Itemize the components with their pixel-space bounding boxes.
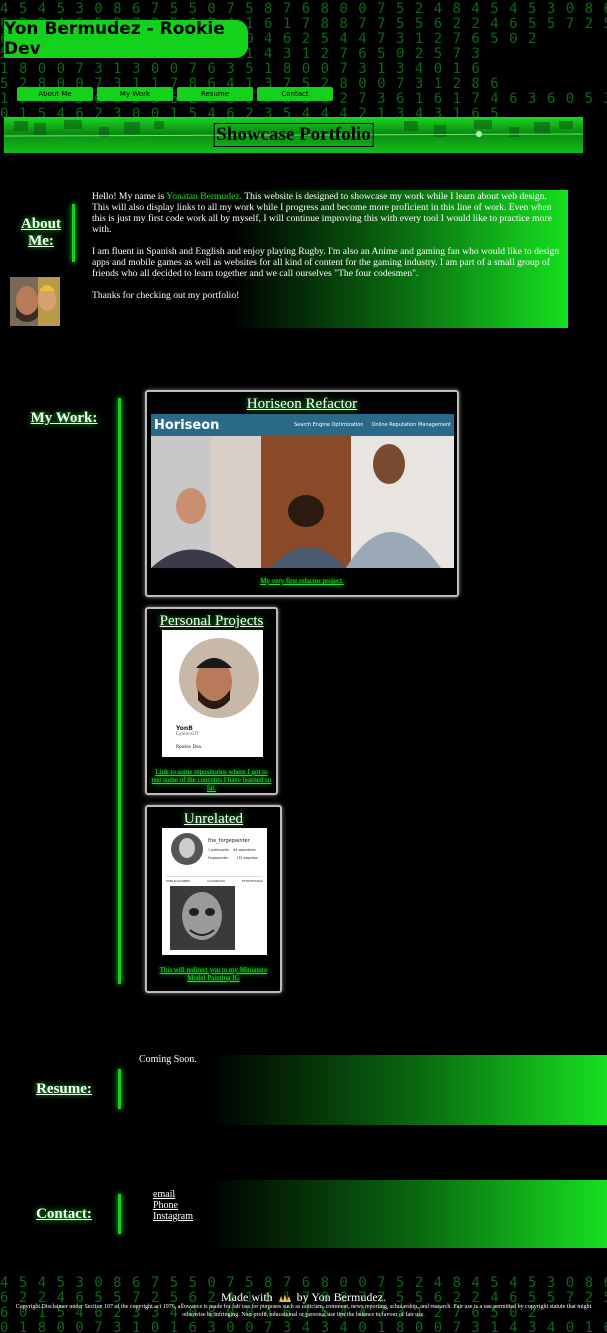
project-card-horiseon: Horiseon Refactor Horiseon Search Engine… — [145, 390, 459, 597]
project-title-unrelated[interactable]: Unrelated — [147, 811, 280, 828]
matrix-top-row: 4 5 4 5 3 0 8 6 7 5 5 0 7 5 8 7 6 8 0 0 … — [0, 2, 607, 17]
project-title-personal[interactable]: Personal Projects — [147, 613, 276, 630]
footer-made-before: Made with — [221, 1290, 273, 1304]
work-divider — [118, 398, 121, 984]
horiseon-nav-1: Search Engine Optimization — [294, 422, 364, 428]
instagram-tab-posts: PUBLICACIONES — [166, 879, 191, 883]
avatar — [10, 277, 60, 326]
project-card-unrelated: Unrelated the_forgepainter 1 publicación… — [145, 805, 282, 993]
hands-emoji-icon — [278, 1294, 291, 1303]
resume-heading: Resume: — [36, 1081, 92, 1097]
intro-before: Hello! My name is — [92, 191, 167, 202]
github-name: YonB — [176, 725, 193, 732]
banner-heading: Showcase Portfolio — [213, 123, 374, 147]
about-paragraph-3: Thanks for checking out my portfolio! — [92, 290, 240, 301]
instagram-post-image — [170, 886, 235, 950]
project-title-horiseon[interactable]: Horiseon Refactor — [147, 396, 457, 413]
instagram-stats: 1 publicación 64 seguidores — [208, 848, 256, 852]
main-nav: About Me My Work Resume Contact — [17, 87, 333, 101]
contact-instagram-link[interactable]: Instagram — [153, 1211, 193, 1222]
horiseon-hero-image — [151, 436, 454, 568]
contact-phone-link[interactable]: Phone — [153, 1200, 193, 1211]
horiseon-brand: Horiseon — [154, 417, 220, 433]
matrix-bottom-row: 0 1 8 0 0 7 3 1 0 1 6 3 0 0 7 3 4 3 4 0 … — [0, 1320, 607, 1333]
about-paragraph-2: I am fluent in Spanish and English and e… — [92, 246, 560, 279]
instagram-label: Forgepainter — [208, 856, 229, 860]
instagram-tab-tagged: ETIQUETADAS — [242, 879, 263, 883]
horiseon-nav-2: Online Reputation Management — [371, 422, 451, 428]
about-text: Hello! My name is Yonatan Bermudez. This… — [88, 190, 568, 328]
about-heading: About Me: — [20, 216, 61, 249]
contact-heading: Contact: — [36, 1206, 92, 1222]
contact-divider — [118, 1194, 121, 1234]
project-link-personal[interactable]: Link to some repositories where I got to… — [150, 768, 273, 792]
project-link-unrelated[interactable]: This will redirect you to my Miniature M… — [150, 966, 277, 982]
github-avatar — [179, 638, 259, 718]
nav-resume[interactable]: Resume — [177, 87, 253, 101]
nav-contact[interactable]: Contact — [257, 87, 333, 101]
about-divider — [72, 204, 75, 262]
footer-copyright-disclaimer: Copyright Disclaimer under Section 107 o… — [15, 1304, 592, 1318]
nav-my-work[interactable]: My Work — [97, 87, 173, 101]
footer-made-after: by Yon Bermudez. — [296, 1290, 386, 1304]
nav-about-me[interactable]: About Me — [17, 87, 93, 101]
resume-panel — [138, 1055, 607, 1125]
work-heading: My Work: — [30, 410, 98, 426]
instagram-stat-following: 132 seguidos — [236, 856, 258, 860]
instagram-tab-saved: GUARDADO — [207, 879, 225, 883]
horiseon-screenshot-header: Horiseon Search Engine Optimization Onli… — [151, 414, 454, 436]
contact-links: email Phone Instagram — [153, 1189, 193, 1222]
instagram-avatar — [171, 833, 203, 865]
instagram-tabs: PUBLICACIONES GUARDADO ETIQUETADAS — [166, 876, 263, 883]
project-card-personal: Personal Projects YonB EyolanGIT Rookie … — [145, 607, 278, 795]
resume-coming-soon: Coming Soon. — [139, 1054, 197, 1065]
project-link-horiseon[interactable]: My very first refactor project. — [147, 577, 457, 585]
highlight-name: Yonatan Bermudez. — [166, 191, 243, 202]
matrix-bottom-row: 4 5 4 5 3 0 8 6 7 5 5 0 7 5 8 7 6 8 0 0 … — [0, 1276, 607, 1291]
instagram-handle: the_forgepainter — [208, 838, 250, 844]
matrix-top-row: 1 8 0 0 7 3 1 3 0 0 7 6 3 5 1 8 0 0 7 3 … — [0, 61, 481, 77]
resume-divider — [118, 1069, 121, 1109]
avatar-image — [10, 277, 60, 326]
github-profile-screenshot[interactable]: YonB EyolanGIT Rookie Dev. — [162, 630, 263, 757]
horiseon-screenshot[interactable]: Horiseon Search Engine Optimization Onli… — [151, 414, 454, 568]
instagram-stat-followers: 64 seguidores — [233, 848, 256, 852]
instagram-stat-posts: 1 publicación — [208, 848, 230, 852]
github-username: EyolanGIT — [176, 732, 199, 737]
site-title: Yon Bermudez - Rookie Dev — [4, 19, 225, 59]
github-bio: Rookie Dev. — [176, 745, 203, 750]
contact-email-link[interactable]: email — [153, 1189, 193, 1200]
showcase-banner: Showcase Portfolio — [4, 117, 583, 153]
instagram-label-row: Forgepainter 132 seguidos — [208, 856, 258, 860]
contact-panel — [138, 1180, 607, 1248]
instagram-profile-screenshot[interactable]: the_forgepainter 1 publicación 64 seguid… — [162, 828, 267, 955]
site-title-box: Yon Bermudez - Rookie Dev — [4, 19, 248, 59]
